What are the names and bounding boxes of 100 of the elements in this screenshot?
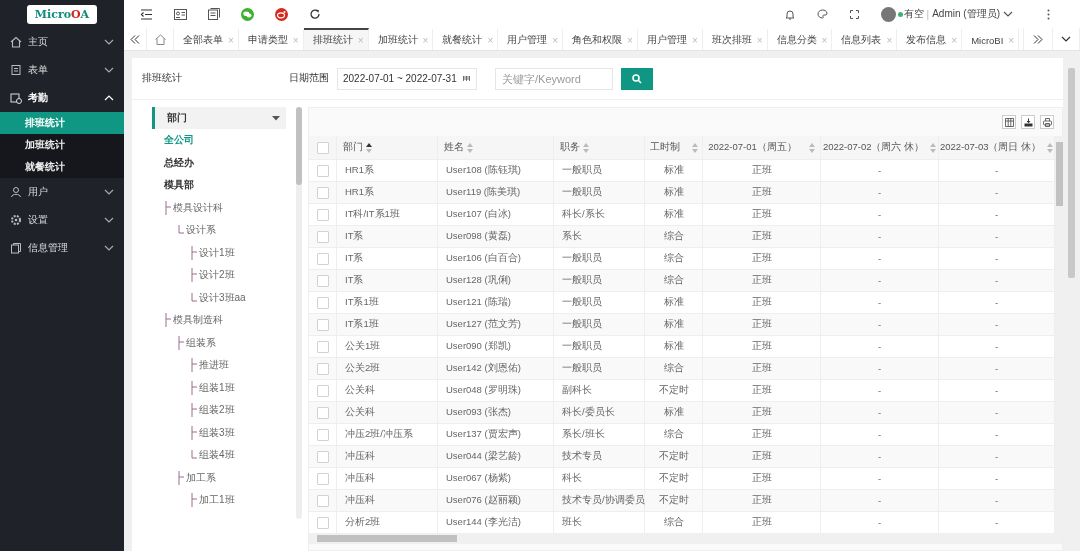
table-cell: - [821,357,939,379]
fullscreen-icon[interactable] [849,9,859,19]
sort-icon[interactable] [366,142,372,153]
sidebar-subitem[interactable]: 排班统计 [0,112,124,134]
sidebar-item[interactable]: 设置 [0,206,124,234]
row-checkbox[interactable] [316,428,329,441]
tree-node[interactable]: 模具设计科 [173,200,223,215]
swirl-icon[interactable] [275,7,288,21]
tree-node[interactable]: 组装4班 [199,448,235,463]
id-card-icon[interactable] [174,8,187,20]
user-name[interactable]: Admin (管理员) [932,7,1000,21]
sidebar-subitem[interactable]: 加班统计 [0,134,124,156]
row-checkbox[interactable] [316,516,329,529]
tree-node[interactable]: 设计3班aa [199,290,246,305]
tree-node[interactable]: 组装1班 [199,380,235,395]
bell-icon[interactable] [784,8,795,20]
row-checkbox[interactable] [316,340,329,353]
column-header[interactable]: 姓名 [438,136,554,159]
tree-node[interactable]: 总经办 [164,155,194,170]
table-cell: - [821,291,939,313]
column-header[interactable]: 部门 [337,136,438,159]
tree-node[interactable]: 组装系 [186,335,216,350]
tree-node[interactable]: 加工系 [186,470,216,485]
column-header[interactable]: 2022-07-03（周日 休） [939,136,1055,159]
column-header[interactable]: 工时制 [645,136,703,159]
sidebar-item[interactable]: 表单 [0,56,124,84]
row-checkbox[interactable] [316,230,329,243]
sidebar-item[interactable]: 考勤 [0,84,124,112]
select-all-checkbox[interactable] [316,141,329,154]
row-checkbox[interactable] [316,164,329,177]
column-header[interactable]: 2022-07-02（周六 休） [821,136,939,159]
documents-icon[interactable] [208,8,220,20]
row-checkbox[interactable] [316,450,329,463]
tree-node[interactable]: 全公司 [164,133,194,148]
table-cell: 一般职员 [554,335,645,357]
tab[interactable]: 排班统计 × [303,28,369,50]
sidebar-item[interactable]: 用户 [0,178,124,206]
sidebar-subitem[interactable]: 就餐统计 [0,156,124,178]
date-range-field[interactable]: 2022-07-01 ~ 2022-07-31 [337,67,477,90]
search-field[interactable]: 关键字/Keyword [495,67,613,90]
chevron-down-icon [1061,36,1071,42]
tree-node[interactable]: 加工1班 [199,493,235,508]
sidebar-item[interactable]: 主页 [0,28,124,56]
tree-header[interactable]: 部门 [152,107,286,129]
table-cell: 正班 [703,247,821,269]
tree-node[interactable]: 设计系 [186,223,216,238]
table-cell: - [821,203,939,225]
table-cell: 不定时 [645,467,703,489]
tree-node[interactable]: 设计2班 [199,268,235,283]
tree-node[interactable]: 组装3班 [199,425,235,440]
tree-node[interactable]: 推进班 [199,358,229,373]
home-icon[interactable] [154,33,166,45]
row-checkbox[interactable] [316,296,329,309]
column-header[interactable]: 2022-07-01（周五） [703,136,821,159]
table-cell: - [939,357,1055,379]
collapse-menu-icon[interactable] [140,8,153,20]
table-cell: 正班 [703,225,821,247]
print-button[interactable] [1040,115,1054,129]
scrollbar[interactable] [309,533,1062,544]
table-cell: User106 (白百合) [438,247,554,269]
palette-icon[interactable] [816,9,828,19]
scroll-left-icon[interactable] [130,34,140,44]
gear-icon [10,214,22,226]
chevron-up-icon [104,95,114,101]
table-cell: 冲压2班/冲压系 [337,423,438,445]
tree-node[interactable]: 设计1班 [199,245,235,260]
columns-button[interactable] [1002,115,1016,129]
row-checkbox[interactable] [316,406,329,419]
row-checkbox[interactable] [316,186,329,199]
row-checkbox[interactable] [316,472,329,485]
refresh-icon[interactable] [309,8,321,20]
row-checkbox[interactable] [316,362,329,375]
chat-bubble-icon[interactable] [241,7,254,21]
table-cell: - [939,269,1055,291]
tree-node[interactable]: 模具部 [164,178,194,193]
row-checkbox[interactable] [316,252,329,265]
chevron-down-icon [104,217,114,223]
row-checkbox[interactable] [316,208,329,221]
table-cell: - [821,181,939,203]
tree-node[interactable]: 模具制造科 [173,313,223,328]
column-header[interactable]: 职务 [554,136,645,159]
table-cell: 正班 [703,203,821,225]
table-cell: User076 (赵丽颖) [438,489,554,511]
export-button[interactable] [1021,115,1035,129]
row-checkbox[interactable] [316,494,329,507]
table-cell: IT系 [337,269,438,291]
sidebar-item[interactable]: 信息管理 [0,234,124,262]
scrollbar[interactable] [296,107,302,519]
row-checkbox[interactable] [316,318,329,331]
table-cell: 公关2班 [337,357,438,379]
tree-node[interactable]: 组装2班 [199,403,235,418]
avatar[interactable] [880,6,896,22]
search-button[interactable] [621,67,653,90]
more-icon[interactable] [1047,8,1050,20]
row-checkbox[interactable] [316,274,329,287]
table-cell: 综合 [645,247,703,269]
row-checkbox[interactable] [316,384,329,397]
table-cell: 技术专员/协调委员 [554,489,645,511]
table-cell: User144 (李光洁) [438,511,554,533]
scroll-right-icon[interactable] [1033,34,1043,44]
